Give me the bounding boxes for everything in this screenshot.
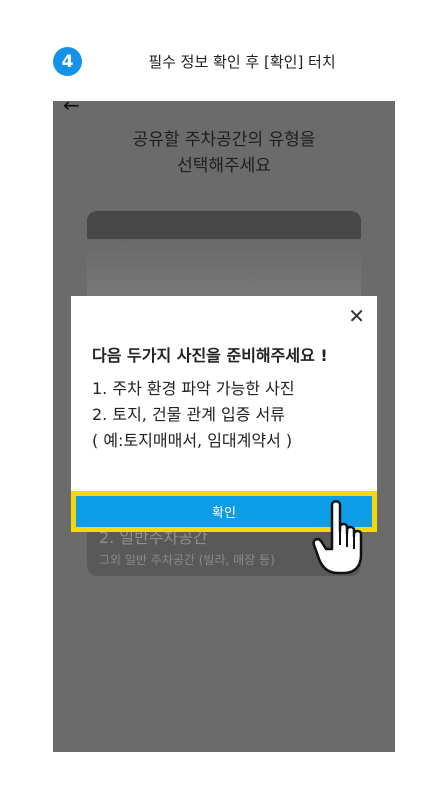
card-2-subtitle: 그외 일반 주차공간 (빌라, 매장 등): [99, 553, 275, 567]
page-heading: 공유할 주차공간의 유형을 선택해주세요: [53, 127, 395, 179]
heading-line-2: 선택해주세요: [177, 156, 271, 176]
step-instruction: 필수 정보 확인 후 [확인] 터치: [148, 53, 336, 71]
parking-type-card-1[interactable]: [87, 211, 361, 306]
step-number-badge: 4: [53, 47, 82, 76]
modal-list-item: 1. 주차 환경 파악 가능한 사진: [92, 379, 295, 398]
close-icon[interactable]: ✕: [348, 304, 365, 328]
modal-list-item: ( 예:토지매매서, 임대계약서 ): [92, 431, 293, 450]
modal-list: 1. 주차 환경 파악 가능한 사진 2. 토지, 건물 관계 입증 서류 ( …: [92, 376, 295, 454]
pointing-hand-icon: [312, 500, 363, 575]
heading-line-1: 공유할 주차공간의 유형을: [132, 130, 316, 150]
modal-title: 다음 두가지 사진을 준비해주세요 !: [92, 346, 328, 365]
back-arrow-icon[interactable]: ←: [63, 101, 80, 117]
modal-list-item: 2. 토지, 건물 관계 입증 서류: [92, 405, 285, 424]
